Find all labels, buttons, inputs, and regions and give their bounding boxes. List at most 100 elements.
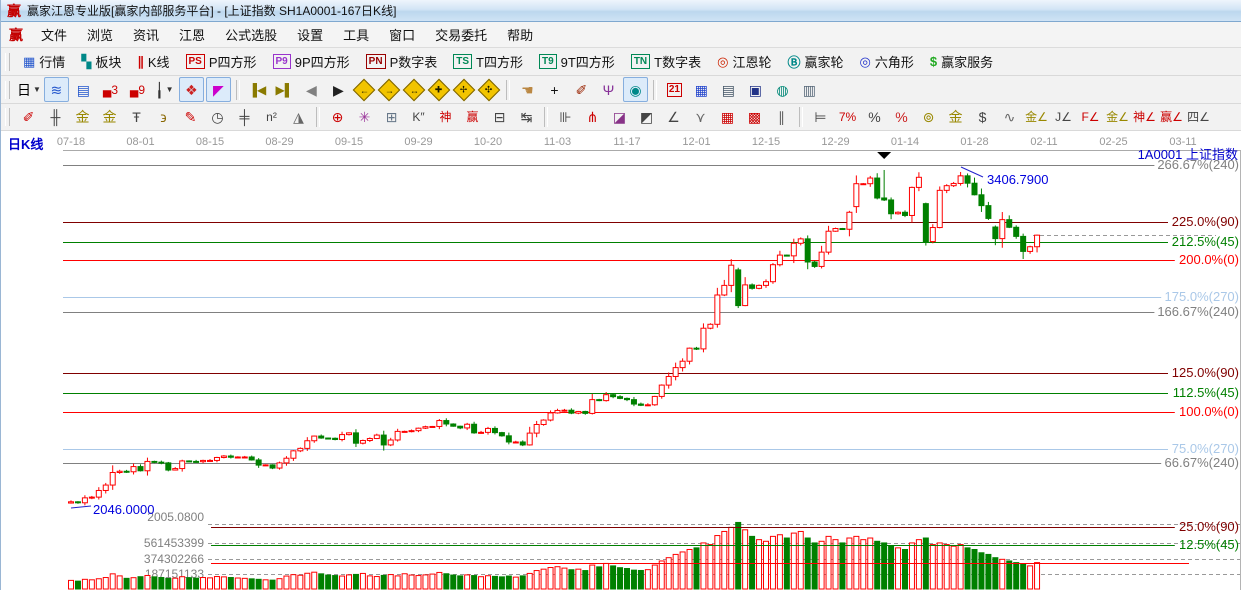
winner-service-button[interactable]: $ 赢家服务	[922, 49, 1001, 75]
toolbar-grip[interactable]	[5, 108, 10, 126]
k-notation-tool[interactable]: K″	[406, 105, 431, 130]
nine-t-square-button[interactable]: T9 9T四方形	[531, 49, 623, 75]
price-ladder-tool[interactable]: ⊪	[553, 105, 578, 130]
marker-pen-tool[interactable]: ✎	[178, 105, 203, 130]
nine-p-square-button[interactable]: P9 9P四方形	[265, 49, 358, 75]
t-square-button[interactable]: TS T四方形	[445, 49, 531, 75]
mini-bars-3-button[interactable]: ▄3	[98, 77, 123, 102]
fan-dark-tool[interactable]: ◩	[634, 105, 659, 130]
compress-x-button[interactable]: ✚	[428, 78, 451, 101]
volume-profile-tool[interactable]: ⊨	[808, 105, 833, 130]
money-pen-tool[interactable]: $	[970, 105, 995, 130]
percent-7-tool[interactable]: 7%	[835, 105, 860, 130]
percent-line-tool[interactable]: %	[889, 105, 914, 130]
toolbar-grip[interactable]	[5, 52, 10, 71]
spiral-tool[interactable]: ϶	[151, 105, 176, 130]
menu-help[interactable]: 帮助	[497, 23, 543, 46]
winner-wheel-button[interactable]: Ⓑ 赢家轮	[779, 49, 851, 75]
red-grid-2-tool[interactable]: ▩	[742, 105, 767, 130]
p-square-button[interactable]: PS P四方形	[178, 49, 265, 75]
menu-settings[interactable]: 设置	[287, 23, 333, 46]
time-cycle-tool[interactable]: ◷	[205, 105, 230, 130]
j-angle-tool[interactable]: J∠	[1051, 105, 1076, 130]
next-bar-button[interactable]: ▶	[326, 77, 351, 102]
gold-ruler-tool[interactable]: 金	[70, 105, 95, 130]
crosshair-button[interactable]: +	[542, 77, 567, 102]
circle-cross-tool[interactable]: ⊕	[325, 105, 350, 130]
pattern-overlay-button[interactable]: ❖	[178, 77, 204, 102]
mirror-angle-tool[interactable]: ◮	[286, 105, 311, 130]
shift-right-button[interactable]: →	[378, 78, 401, 101]
menu-news[interactable]: 资讯	[123, 23, 169, 46]
fan-red-tool[interactable]: ⋔	[580, 105, 605, 130]
kline-button[interactable]: ∥ K线	[129, 49, 177, 75]
candle-style-select[interactable]: ╽ ▼	[152, 77, 177, 102]
memo-button[interactable]: ▤	[716, 77, 741, 102]
t-number-table-button[interactable]: TN T数字表	[623, 49, 709, 75]
wave-tool[interactable]: ∿	[997, 105, 1022, 130]
percent-tool[interactable]: %	[862, 105, 887, 130]
ruler-123-tool[interactable]: ⊟	[487, 105, 512, 130]
brush-tool[interactable]: ✐	[16, 105, 41, 130]
trendline-zoom-button[interactable]: ✐	[569, 77, 594, 102]
star-web-tool[interactable]: ✳	[352, 105, 377, 130]
parallel-lines-tool[interactable]: ∥	[769, 105, 794, 130]
tick-ruler-tool[interactable]: ╪	[232, 105, 257, 130]
smart-analysis-button[interactable]: ◉	[622, 77, 648, 102]
last-bar-button[interactable]: ▶▌	[272, 77, 297, 102]
start-price-annotation[interactable]: 2046.0000	[93, 502, 154, 517]
menu-formula-stock-pick[interactable]: 公式选股	[215, 23, 287, 46]
ruler-tool[interactable]: ╫	[43, 105, 68, 130]
prev-bar-button[interactable]: ◀	[299, 77, 324, 102]
kline-chart-canvas[interactable]: 07-18 08-01 08-15 08-29 09-15 09-29 10-20 11-03…	[1, 131, 1241, 590]
p-number-table-button[interactable]: PN P数字表	[358, 49, 446, 75]
kline-chart-panel[interactable]: 07-18 08-01 08-15 08-29 09-15 09-29 10-20 11-03…	[1, 131, 1241, 590]
f-ruler-tool[interactable]: Ŧ	[124, 105, 149, 130]
calendar-button[interactable]: 21	[662, 77, 687, 102]
four-angle-tool[interactable]: 四∠	[1186, 105, 1211, 130]
period-day-select[interactable]: 日 ▼	[16, 77, 42, 102]
workstation-button[interactable]: ▥	[797, 77, 822, 102]
gold-angle-2-tool[interactable]: 金∠	[1105, 105, 1130, 130]
gold-level-tool[interactable]: 金	[943, 105, 968, 130]
first-bar-button[interactable]: ▐◀	[245, 77, 270, 102]
expand-all-button[interactable]: ✢	[453, 78, 476, 101]
color-histogram-button[interactable]: ◤	[205, 77, 231, 102]
fit-all-button[interactable]: ✣	[478, 78, 501, 101]
quotes-button[interactable]: ▦ 行情	[15, 49, 73, 75]
win-tool[interactable]: 赢	[460, 105, 485, 130]
n-square-tool[interactable]: n²	[259, 105, 284, 130]
grid-web-tool[interactable]: ⊞	[379, 105, 404, 130]
gold-ruler-2-tool[interactable]: 金	[97, 105, 122, 130]
gold-angle-tool[interactable]: 金∠	[1024, 105, 1049, 130]
zigzag-wave-tool[interactable]: ⋎	[688, 105, 713, 130]
span-measure-tool[interactable]: ↹	[514, 105, 539, 130]
calculator-button[interactable]: ▦	[689, 77, 714, 102]
save-button[interactable]: ▣	[743, 77, 768, 102]
hexagon-button[interactable]: ◎ 六角形	[852, 49, 922, 75]
expand-x-button[interactable]: ↔	[403, 78, 426, 101]
sectors-button[interactable]: ▚ 板块	[73, 49, 129, 75]
zigzag-window-button[interactable]: ≋	[43, 77, 69, 102]
gold-circle-tool[interactable]: ⊚	[916, 105, 941, 130]
fan-box-tool[interactable]: ◪	[607, 105, 632, 130]
f-angle-tool[interactable]: F∠	[1078, 105, 1103, 130]
menu-file[interactable]: 文件	[31, 23, 77, 46]
menu-gann[interactable]: 江恩	[169, 23, 215, 46]
web-export-button[interactable]: ◍	[770, 77, 795, 102]
win-angle-tool[interactable]: 赢∠	[1159, 105, 1184, 130]
shen-tool[interactable]: 神	[433, 105, 458, 130]
peak-price-annotation[interactable]: 3406.7900	[987, 172, 1048, 187]
mini-bars-9-button[interactable]: ▄9	[125, 77, 150, 102]
red-grid-tool[interactable]: ▦	[715, 105, 740, 130]
gann-wheel-button[interactable]: ◎ 江恩轮	[709, 49, 779, 75]
toolbar-grip[interactable]	[5, 80, 10, 99]
menu-trade-order[interactable]: 交易委托	[425, 23, 497, 46]
menu-window[interactable]: 窗口	[379, 23, 425, 46]
menu-browse[interactable]: 浏览	[77, 23, 123, 46]
angle-lines-tool[interactable]: ∠	[661, 105, 686, 130]
shen-angle-tool[interactable]: 神∠	[1132, 105, 1157, 130]
quote-list-button[interactable]: ▤	[71, 77, 96, 102]
drag-hand-button[interactable]: ☚	[515, 77, 540, 102]
shift-left-button[interactable]: ←	[353, 78, 376, 101]
